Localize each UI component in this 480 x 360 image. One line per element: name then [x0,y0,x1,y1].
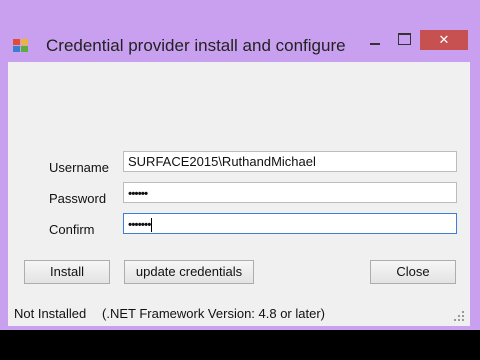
password-field[interactable]: •••••• [123,182,457,203]
text-caret [151,217,153,232]
form-panel: Username SURFACE2015\RuthandMichael Pass… [8,62,470,326]
app-icon [13,38,29,54]
confirm-field[interactable]: ••••••• [123,213,457,234]
username-value: SURFACE2015\RuthandMichael [128,154,316,169]
resize-grip-icon[interactable] [454,311,464,321]
maximize-button[interactable] [392,30,418,50]
confirm-label: Confirm [49,222,95,237]
framework-status: (.NET Framework Version: 4.8 or later) [102,306,325,321]
confirm-value: ••••••• [128,217,151,232]
close-button[interactable]: Close [370,260,456,284]
install-status: Not Installed [14,306,87,321]
username-label: Username [49,160,109,175]
window-close-button[interactable]: ✕ [420,30,468,50]
username-field[interactable]: SURFACE2015\RuthandMichael [123,151,457,172]
app-window: Credential provider install and configur… [0,0,480,330]
update-credentials-button[interactable]: update credentials [124,260,254,284]
password-value: •••••• [128,186,148,201]
close-icon: ✕ [438,32,450,47]
window-title: Credential provider install and configur… [46,36,346,55]
minimize-button[interactable] [362,30,388,50]
title-bar[interactable]: Credential provider install and configur… [0,0,480,62]
install-button[interactable]: Install [24,260,110,284]
password-label: Password [49,191,107,206]
status-bar: Not Installed (.NET Framework Version: 4… [8,298,470,326]
